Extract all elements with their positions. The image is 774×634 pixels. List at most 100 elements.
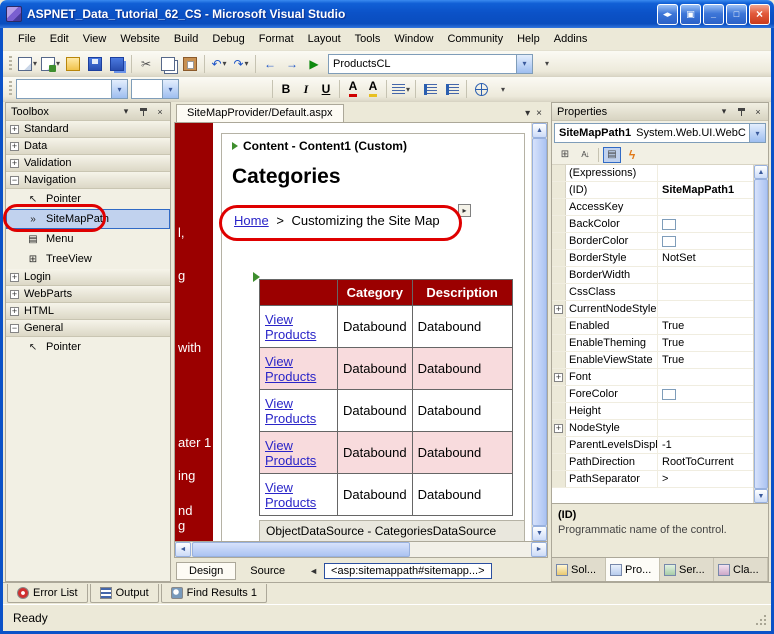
toolbox-section-webparts[interactable]: +WebParts: [6, 286, 170, 303]
design-surface[interactable]: l, g with ater 1 ing nd g Content - Cont…: [174, 122, 548, 542]
smart-tag-button[interactable]: ▸: [458, 204, 471, 217]
toolbox-section-data[interactable]: +Data: [6, 138, 170, 155]
collapse-icon[interactable]: −: [10, 324, 19, 333]
design-horizontal-scrollbar[interactable]: ◄ ►: [174, 542, 548, 558]
scroll-up-icon[interactable]: ▲: [754, 165, 768, 179]
scroll-right-icon[interactable]: ►: [531, 542, 547, 557]
navigate-forward-button[interactable]: →: [281, 54, 303, 74]
menu-community[interactable]: Community: [440, 30, 510, 48]
breadcrumb-home-link[interactable]: Home: [234, 213, 269, 228]
categorized-icon[interactable]: ⊞: [556, 147, 574, 163]
gridview-smart-tag-anchor[interactable]: [253, 272, 260, 282]
chevron-down-icon[interactable]: ▾: [111, 80, 127, 98]
numbered-list-button[interactable]: [419, 79, 441, 99]
toolbox-section-validation[interactable]: +Validation: [6, 155, 170, 172]
toolbox-item-pointer-general[interactable]: ↖Pointer: [6, 337, 170, 357]
toolbar-options-button[interactable]: ▾: [536, 54, 558, 74]
property-row-height[interactable]: Height: [552, 403, 753, 420]
bullet-list-button[interactable]: [441, 79, 463, 99]
property-row-forecolor[interactable]: ForeColor: [552, 386, 753, 403]
toolbar-grip[interactable]: [9, 81, 12, 97]
search-solution-combobox[interactable]: ProductsCL ▾: [328, 54, 533, 74]
redo-button[interactable]: ↷▾: [230, 54, 252, 74]
events-icon[interactable]: ϟ: [623, 147, 641, 163]
properties-scrollbar[interactable]: ▲ ▼: [753, 165, 768, 503]
property-row-id[interactable]: (ID)SiteMapPath1: [552, 182, 753, 199]
menu-layout[interactable]: Layout: [301, 30, 348, 48]
view-products-link[interactable]: View Products: [265, 438, 316, 468]
close-button[interactable]: ×: [749, 4, 770, 25]
scroll-up-icon[interactable]: ▲: [532, 123, 547, 138]
start-debugging-button[interactable]: ▶: [303, 54, 325, 74]
toolbox-item-menu[interactable]: ▤Menu: [6, 229, 170, 249]
property-row-borderstyle[interactable]: BorderStyleNotSet: [552, 250, 753, 267]
tab-output[interactable]: Output: [90, 584, 159, 603]
add-new-item-button[interactable]: ▾: [39, 54, 62, 74]
underline-button[interactable]: U: [316, 79, 336, 99]
content-placeholder-control[interactable]: Content - Content1 (Custom) Categories H…: [221, 133, 525, 541]
menu-debug[interactable]: Debug: [205, 30, 251, 48]
menu-file[interactable]: File: [11, 30, 43, 48]
scroll-down-icon[interactable]: ▼: [532, 526, 547, 541]
expand-icon[interactable]: +: [10, 142, 19, 151]
toolbox-section-standard[interactable]: +Standard: [6, 121, 170, 138]
toolbox-section-general[interactable]: −General: [6, 320, 170, 337]
horizontal-scroll-thumb[interactable]: [192, 542, 410, 557]
save-all-button[interactable]: [106, 54, 128, 74]
toolbox-section-navigation[interactable]: −Navigation: [6, 172, 170, 189]
chevron-down-icon[interactable]: ▾: [749, 124, 765, 142]
pin-icon[interactable]: [734, 105, 748, 119]
view-products-link[interactable]: View Products: [265, 480, 316, 510]
save-button[interactable]: [84, 54, 106, 74]
view-products-link[interactable]: View Products: [265, 396, 316, 426]
horizontal-scroll-track[interactable]: [191, 542, 531, 557]
font-name-combobox[interactable]: ▾: [16, 79, 128, 99]
navigate-back-button[interactable]: ←: [259, 54, 281, 74]
property-row-font[interactable]: +Font: [552, 369, 753, 386]
property-row-accesskey[interactable]: AccessKey: [552, 199, 753, 216]
vertical-scroll-thumb[interactable]: [754, 179, 768, 489]
properties-header[interactable]: Properties ▾ ×: [552, 103, 768, 121]
view-products-link[interactable]: View Products: [265, 354, 316, 384]
tag-navigator-current[interactable]: <asp:sitemappath#sitemapp...>: [324, 563, 491, 579]
undo-button[interactable]: ↶▾: [208, 54, 230, 74]
dock-window-button[interactable]: ▣: [680, 4, 701, 25]
menu-edit[interactable]: Edit: [43, 30, 76, 48]
window-position-icon[interactable]: ▾: [717, 105, 731, 119]
menu-format[interactable]: Format: [252, 30, 301, 48]
toolbar-grip[interactable]: [9, 56, 12, 72]
expand-icon[interactable]: +: [554, 424, 563, 433]
font-size-combobox[interactable]: ▾: [131, 79, 179, 99]
menu-website[interactable]: Website: [113, 30, 167, 48]
expand-icon[interactable]: +: [10, 290, 19, 299]
close-properties-icon[interactable]: ×: [751, 105, 765, 119]
sitemappath-control[interactable]: Home > Customizing the Site Map: [234, 213, 524, 233]
highlight-button[interactable]: A: [363, 79, 383, 99]
tab-server-explorer[interactable]: Ser...: [660, 558, 714, 581]
alphabetical-sort-icon[interactable]: A↓: [576, 147, 594, 163]
expand-icon[interactable]: +: [10, 125, 19, 134]
hyperlink-button[interactable]: [470, 79, 492, 99]
property-row-pathseparator[interactable]: PathSeparator>: [552, 471, 753, 488]
tab-error-list[interactable]: Error List: [7, 584, 88, 603]
property-row-parentlevels[interactable]: ParentLevelsDispl-1: [552, 437, 753, 454]
tag-navigator-left-icon[interactable]: ◄: [309, 566, 318, 576]
menu-tools[interactable]: Tools: [348, 30, 388, 48]
toolbox-item-pointer[interactable]: ↖Pointer: [6, 189, 170, 209]
tab-class-view[interactable]: Cla...: [714, 558, 768, 581]
tab-properties[interactable]: Pro...: [606, 558, 660, 581]
document-tab[interactable]: SiteMapProvider/Default.aspx: [176, 104, 344, 122]
copy-button[interactable]: [157, 54, 179, 74]
open-file-button[interactable]: [62, 54, 84, 74]
menu-window[interactable]: Window: [387, 30, 440, 48]
toolbox-item-sitemappath[interactable]: »SiteMapPath: [6, 209, 170, 229]
close-toolbox-icon[interactable]: ×: [153, 105, 167, 119]
paste-button[interactable]: [179, 54, 201, 74]
design-vertical-scrollbar[interactable]: ▲ ▼: [531, 123, 547, 541]
font-color-button[interactable]: A: [343, 79, 363, 99]
title-bar[interactable]: ASPNET_Data_Tutorial_62_CS - Microsoft V…: [0, 0, 774, 28]
window-position-icon[interactable]: ▾: [119, 105, 133, 119]
property-row-bordercolor[interactable]: BorderColor: [552, 233, 753, 250]
expand-icon[interactable]: +: [10, 273, 19, 282]
property-row-enabled[interactable]: EnabledTrue: [552, 318, 753, 335]
